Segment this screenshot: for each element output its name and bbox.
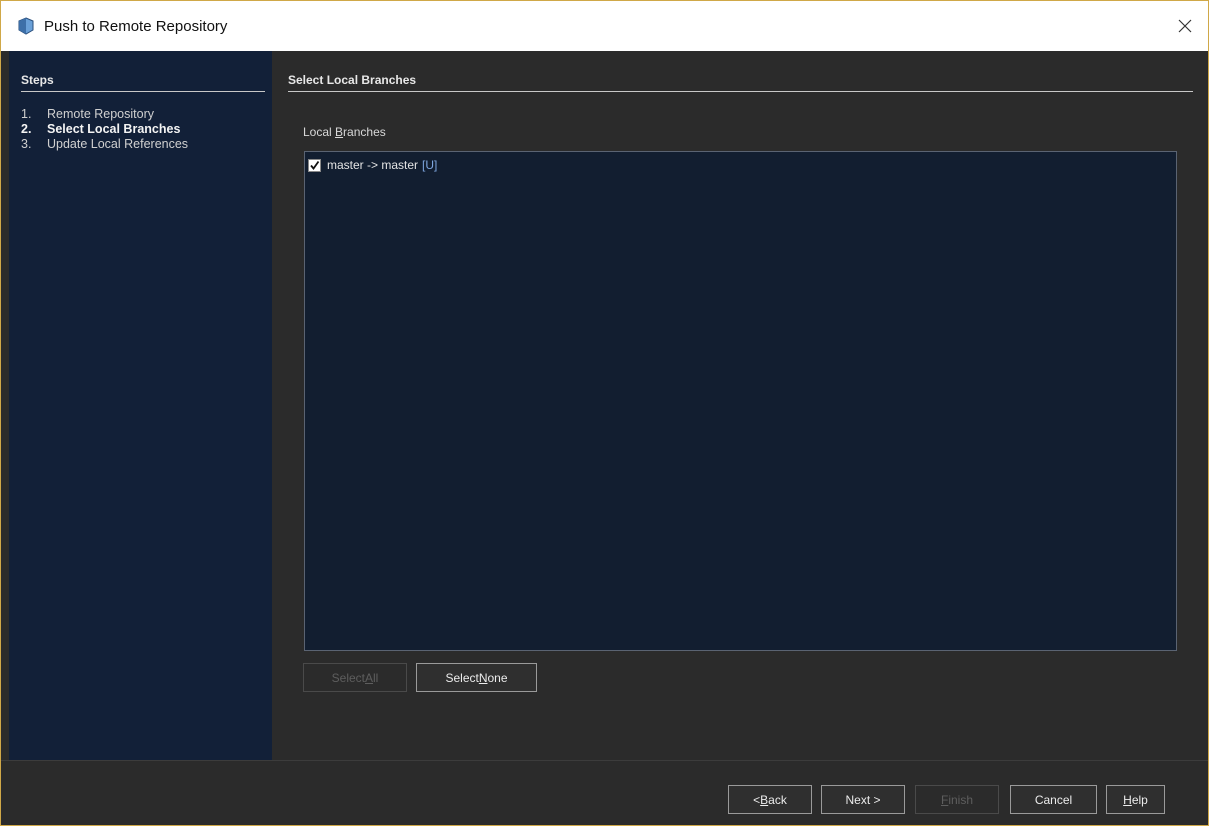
content-panel: Select Local Branches Local Branches mas… (272, 51, 1208, 760)
page-title: Select Local Branches (288, 73, 1193, 92)
close-icon (1178, 19, 1192, 33)
branch-checkbox[interactable] (308, 158, 321, 172)
steps-list: 1. Remote Repository 2. Select Local Bra… (21, 107, 188, 152)
select-all-button[interactable]: Select All (303, 663, 407, 692)
help-button[interactable]: Help (1106, 785, 1165, 814)
steps-heading: Steps (21, 73, 265, 92)
cancel-button[interactable]: Cancel (1010, 785, 1097, 814)
app-shield-icon (17, 17, 35, 35)
back-button[interactable]: < Back (728, 785, 812, 814)
select-none-button[interactable]: Select None (416, 663, 537, 692)
finish-button[interactable]: Finish (915, 785, 999, 814)
steps-panel: Steps 1. Remote Repository 2. Select Loc… (9, 51, 272, 760)
title-bar: Push to Remote Repository (1, 1, 1208, 51)
step-item-select-local-branches: 2. Select Local Branches (21, 122, 181, 136)
push-dialog: Push to Remote Repository Steps 1. Remot… (0, 0, 1209, 826)
local-branches-label: Local Branches (303, 125, 386, 139)
check-icon (310, 160, 320, 170)
footer-bar: < Back Next > Finish Cancel Help (1, 760, 1208, 825)
window-title: Push to Remote Repository (44, 17, 228, 35)
step-item-remote-repository: 1. Remote Repository (21, 107, 154, 121)
step-item-update-local-references: 3. Update Local References (21, 137, 189, 151)
next-button[interactable]: Next > (821, 785, 905, 814)
branch-name: master -> master (327, 158, 419, 172)
local-branches-list[interactable]: master -> master [U] (304, 151, 1177, 651)
list-item[interactable]: master -> master [U] (308, 158, 437, 172)
close-button[interactable] (1170, 11, 1200, 41)
branch-tag: [U] (422, 158, 438, 172)
